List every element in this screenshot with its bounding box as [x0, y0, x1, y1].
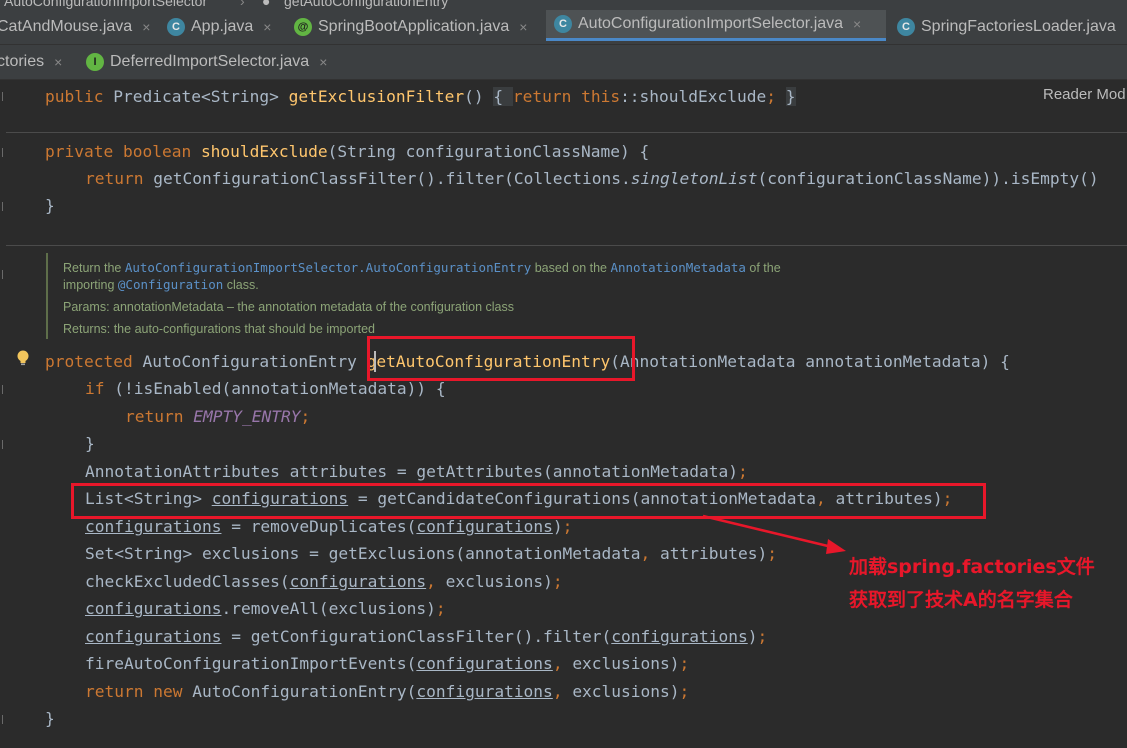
code-line: public Predicate<String> getExclusionFil…	[45, 87, 796, 106]
fold-marker[interactable]	[2, 92, 6, 101]
javadoc-link[interactable]: @Configuration	[118, 277, 223, 292]
annotation-text-line2: 获取到了技术A的名字集合	[849, 589, 1073, 611]
highlight-box-method-name	[367, 336, 635, 381]
code-line: configurations.removeAll(exclusions);	[85, 599, 446, 618]
javadoc-summary-cont: importing @Configuration class.	[63, 277, 259, 292]
code-line: configurations = getConfigurationClassFi…	[85, 627, 768, 646]
breadcrumb-class[interactable]: AutoConfigurationImportSelector	[4, 0, 207, 9]
fold-marker[interactable]	[2, 385, 6, 394]
javadoc-link[interactable]: AutoConfigurationImportSelector.AutoConf…	[125, 260, 531, 275]
code-line: checkExcludedClasses(configurations, exc…	[85, 572, 563, 591]
tab-springfactoriesloader[interactable]: C SpringFactoriesLoader.java	[897, 10, 1127, 44]
close-icon[interactable]: ×	[319, 54, 327, 70]
method-icon: ●	[262, 0, 271, 9]
code-line: Set<String> exclusions = getExclusions(a…	[85, 544, 777, 563]
method-separator	[6, 132, 1127, 133]
fold-marker[interactable]	[2, 148, 6, 157]
tab-label: App.java	[191, 18, 254, 35]
class-icon: C	[897, 18, 915, 36]
close-icon[interactable]: ×	[142, 19, 150, 35]
tab-springbootapplication[interactable]: @ SpringBootApplication.java ×	[294, 10, 539, 44]
code-line: AnnotationAttributes attributes = getAtt…	[85, 462, 748, 481]
tab-app[interactable]: C App.java ×	[167, 10, 282, 44]
tab-label: ctories	[0, 53, 45, 70]
arrow-icon	[702, 514, 846, 554]
fold-marker[interactable]	[2, 270, 6, 279]
breadcrumb-method[interactable]: getAutoConfigurationEntry	[284, 0, 448, 9]
annotation-icon: @	[294, 18, 312, 36]
tab-factories[interactable]: ctories ×	[0, 45, 75, 79]
javadoc-params: Params: annotationMetadata – the annotat…	[63, 300, 514, 314]
javadoc-summary: Return the AutoConfigurationImportSelect…	[63, 260, 781, 275]
editor-tab-row-1: CatAndMouse.java × C App.java × @ Spring…	[0, 10, 1127, 45]
code-line: private boolean shouldExclude(String con…	[45, 142, 650, 161]
tab-label: SpringFactoriesLoader.java	[921, 18, 1116, 35]
code-line: }	[45, 709, 55, 728]
interface-icon: I	[86, 53, 104, 71]
tab-deferredimportselector[interactable]: I DeferredImportSelector.java ×	[86, 45, 346, 79]
code-line: return new AutoConfigurationEntry(config…	[85, 682, 690, 701]
close-icon[interactable]: ×	[54, 54, 62, 70]
method-separator	[6, 245, 1127, 246]
fold-marker[interactable]	[2, 202, 6, 211]
tab-catandmouse[interactable]: CatAndMouse.java ×	[0, 10, 155, 44]
lightbulb-icon[interactable]	[16, 350, 30, 366]
reader-mode-toggle[interactable]: Reader Mod	[1043, 86, 1126, 103]
breadcrumb-separator: ›	[240, 0, 245, 9]
fold-marker[interactable]	[2, 715, 6, 724]
javadoc-link[interactable]: AnnotationMetadata	[610, 260, 745, 275]
tab-label: DeferredImportSelector.java	[110, 53, 310, 70]
javadoc-block: Return the AutoConfigurationImportSelect…	[46, 253, 1048, 339]
annotation-text-line1: 加载spring.factories文件	[849, 556, 1095, 578]
close-icon[interactable]: ×	[263, 19, 271, 35]
code-editor[interactable]: Reader Mod public Predicate<String> getE…	[0, 80, 1127, 748]
code-line: return EMPTY_ENTRY;	[125, 407, 311, 426]
tab-label: CatAndMouse.java	[0, 18, 133, 35]
tab-autoconfigurationimportselector[interactable]: C AutoConfigurationImportSelector.java ×	[546, 10, 886, 41]
editor-tab-row-2: ctories × I DeferredImportSelector.java …	[0, 45, 1127, 80]
breadcrumb: AutoConfigurationImportSelector › ● getA…	[0, 0, 1127, 10]
code-line: fireAutoConfigurationImportEvents(config…	[85, 654, 690, 673]
code-line: }	[85, 434, 95, 453]
javadoc-returns: Returns: the auto-configurations that sh…	[63, 322, 375, 336]
code-line: return getConfigurationClassFilter().fil…	[85, 169, 1099, 188]
class-icon: C	[167, 18, 185, 36]
tab-label: AutoConfigurationImportSelector.java	[578, 15, 844, 32]
tab-label: SpringBootApplication.java	[318, 18, 510, 35]
code-line: }	[45, 196, 55, 215]
close-icon[interactable]: ×	[519, 19, 527, 35]
class-icon: C	[554, 15, 572, 33]
close-icon[interactable]: ×	[853, 16, 861, 32]
fold-marker[interactable]	[2, 440, 6, 449]
